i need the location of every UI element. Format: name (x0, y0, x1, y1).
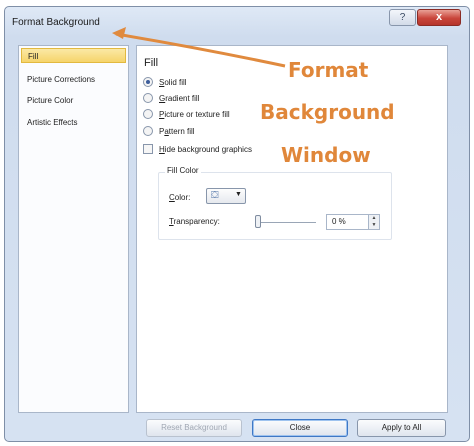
annotation-arrow (112, 27, 286, 68)
close-button[interactable]: Close (252, 419, 348, 437)
apply-to-all-button[interactable]: Apply to All (357, 419, 446, 437)
reset-background-button[interactable]: Reset Background (146, 419, 242, 437)
